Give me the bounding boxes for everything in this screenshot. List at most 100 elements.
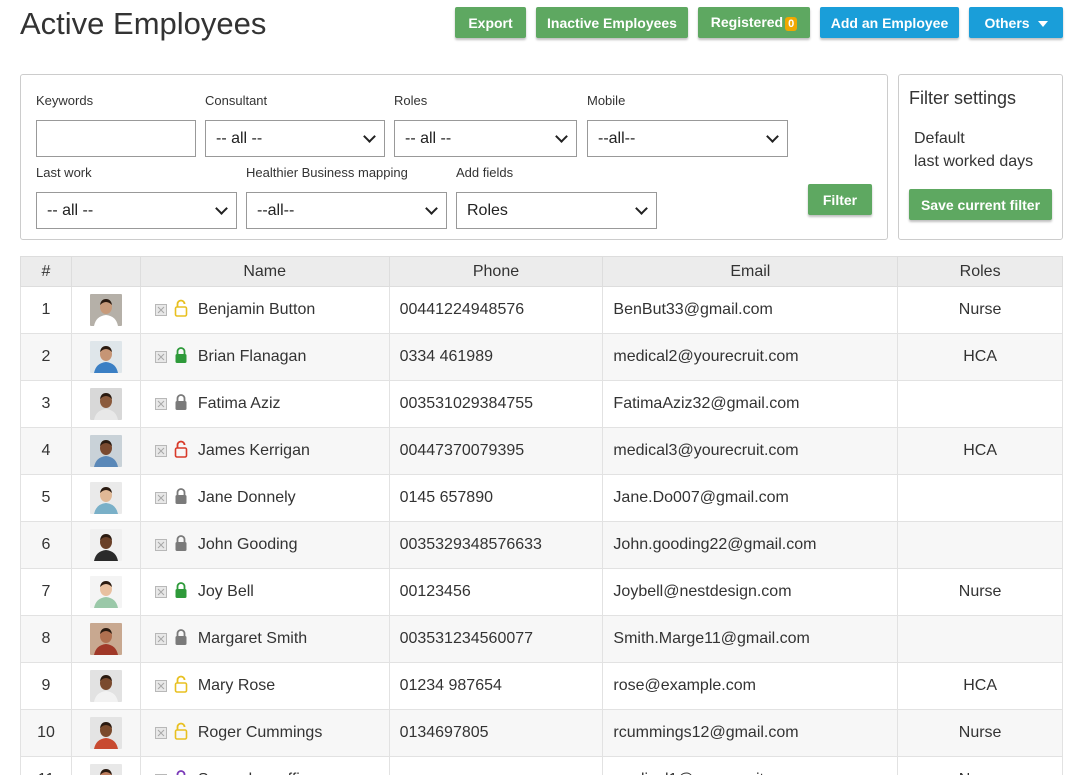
avatar[interactable] [72,435,140,467]
others-dropdown-button[interactable]: Others [969,7,1063,38]
status-box-icon[interactable] [154,351,167,363]
chevron-down-icon [363,130,376,143]
avatar[interactable] [72,294,140,326]
status-box-icon[interactable] [154,727,167,739]
name-cell: Mary Rose [140,662,390,710]
add-fields-select[interactable]: Roles [456,192,657,229]
avatar-cell [71,756,141,775]
registered-button[interactable]: Registered 0 [698,7,810,38]
avatar-cell [71,286,141,334]
status-box-icon[interactable] [154,586,167,598]
table-row[interactable]: 7 Joy Bell 00123456 Joybell@nestdesign.com N… [20,568,1063,616]
status-box-icon[interactable] [154,398,167,410]
avatar[interactable] [72,529,140,561]
employee-name-link[interactable]: John Gooding [198,536,298,554]
lock-icon[interactable] [173,628,198,651]
table-row[interactable]: 6 John Gooding 0035329348576633 John.goodin… [20,521,1063,569]
employee-name-link[interactable]: Margaret Smith [198,630,307,648]
add-employee-button[interactable]: Add an Employee [820,7,959,38]
roles-select-value: -- all -- [405,129,452,147]
table-row[interactable]: 3 Fatima Aziz 003531029384755 FatimaAziz32@… [20,380,1063,428]
table-row[interactable]: 10 Roger Cummings 0134697805 rcummings12@gm… [20,709,1063,757]
email-cell: Jane.Do007@gmail.com [602,474,899,522]
row-number: 10 [20,709,72,757]
phone-cell: 0035329348576633 [389,521,604,569]
avatar[interactable] [72,717,140,749]
employee-name-link[interactable]: Roger Cummings [198,724,322,742]
mobile-select[interactable]: --all-- [587,120,788,157]
row-number: 11 [20,756,72,775]
table-row[interactable]: 4 James Kerrigan 00447370079395 medical3@yo… [20,427,1063,475]
avatar[interactable] [72,482,140,514]
avatar[interactable] [72,341,140,373]
lock-icon[interactable] [173,346,198,369]
employee-name-link[interactable]: Fatima Aziz [198,395,281,413]
lock-icon[interactable] [173,769,198,775]
filter-setting-last-worked[interactable]: last worked days [914,153,1033,171]
phone-cell [389,756,604,775]
status-box-icon[interactable] [154,539,167,551]
keywords-input[interactable] [36,120,196,157]
lock-icon[interactable] [173,675,198,698]
email-cell: medical3@yourecruit.com [602,427,899,475]
role-cell [897,521,1063,569]
status-box-icon[interactable] [154,445,167,457]
employee-name-link[interactable]: Joy Bell [198,583,254,601]
lock-icon[interactable] [173,393,198,416]
status-box-icon[interactable] [154,680,167,692]
role-cell: HCA [897,427,1063,475]
email-cell: John.gooding22@gmail.com [602,521,899,569]
employee-name-link[interactable]: Mary Rose [198,677,275,695]
lock-icon[interactable] [173,534,198,557]
employee-name-link[interactable]: Benjamin Button [198,301,315,319]
table-row[interactable]: 2 Brian Flanagan 0334 461989 medical2@youre… [20,333,1063,381]
filter-button[interactable]: Filter [808,184,872,215]
lock-icon[interactable] [173,299,198,322]
status-box-icon[interactable] [154,633,167,645]
header-name[interactable]: Name [139,256,390,287]
row-number: 4 [20,427,72,475]
inactive-employees-button[interactable]: Inactive Employees [536,7,688,38]
status-box-icon[interactable] [154,492,167,504]
status-box-icon[interactable] [154,304,167,316]
avatar[interactable] [72,388,140,420]
avatar-cell [71,427,141,475]
header-phone[interactable]: Phone [388,256,604,287]
employee-name-link[interactable]: Secondary office [198,771,317,775]
name-cell: John Gooding [140,521,390,569]
email-cell: rose@example.com [602,662,899,710]
caret-down-icon [1037,20,1048,27]
export-button[interactable]: Export [455,7,526,38]
lock-icon[interactable] [173,440,198,463]
header-email[interactable]: Email [602,256,899,287]
add-fields-select-value: Roles [467,201,508,219]
table-row[interactable]: 11 Secondary office medical1@yourecruit.co… [20,756,1063,775]
employee-name-link[interactable]: Jane Donnely [198,489,296,507]
lock-icon[interactable] [173,581,198,604]
page-title: Active Employees [20,6,267,41]
avatar[interactable] [72,670,140,702]
last-work-select[interactable]: -- all -- [36,192,237,229]
table-row[interactable]: 1 Benjamin Button 00441224948576 BenBut33@g… [20,286,1063,334]
avatar-cell [71,333,141,381]
roles-select[interactable]: -- all -- [394,120,577,157]
employee-name-link[interactable]: James Kerrigan [198,442,310,460]
save-filter-button[interactable]: Save current filter [909,189,1052,220]
role-cell [897,380,1063,428]
lock-icon[interactable] [173,487,198,510]
last-work-label: Last work [36,165,92,180]
table-row[interactable]: 5 Jane Donnely 0145 657890 Jane.Do007@gmail… [20,474,1063,522]
hb-mapping-select[interactable]: --all-- [246,192,447,229]
header-roles[interactable]: Roles [897,256,1063,287]
lock-icon[interactable] [173,722,198,745]
table-row[interactable]: 8 Margaret Smith 003531234560077 Smith.Marg… [20,615,1063,663]
employee-name-link[interactable]: Brian Flanagan [198,348,307,366]
header-number[interactable]: # [20,256,72,287]
name-cell: Jane Donnely [140,474,390,522]
consultant-select[interactable]: -- all -- [205,120,385,157]
avatar[interactable] [72,764,140,775]
avatar[interactable] [72,623,140,655]
avatar[interactable] [72,576,140,608]
table-row[interactable]: 9 Mary Rose 01234 987654 rose@example.com HC… [20,662,1063,710]
filter-setting-default[interactable]: Default [914,130,965,148]
